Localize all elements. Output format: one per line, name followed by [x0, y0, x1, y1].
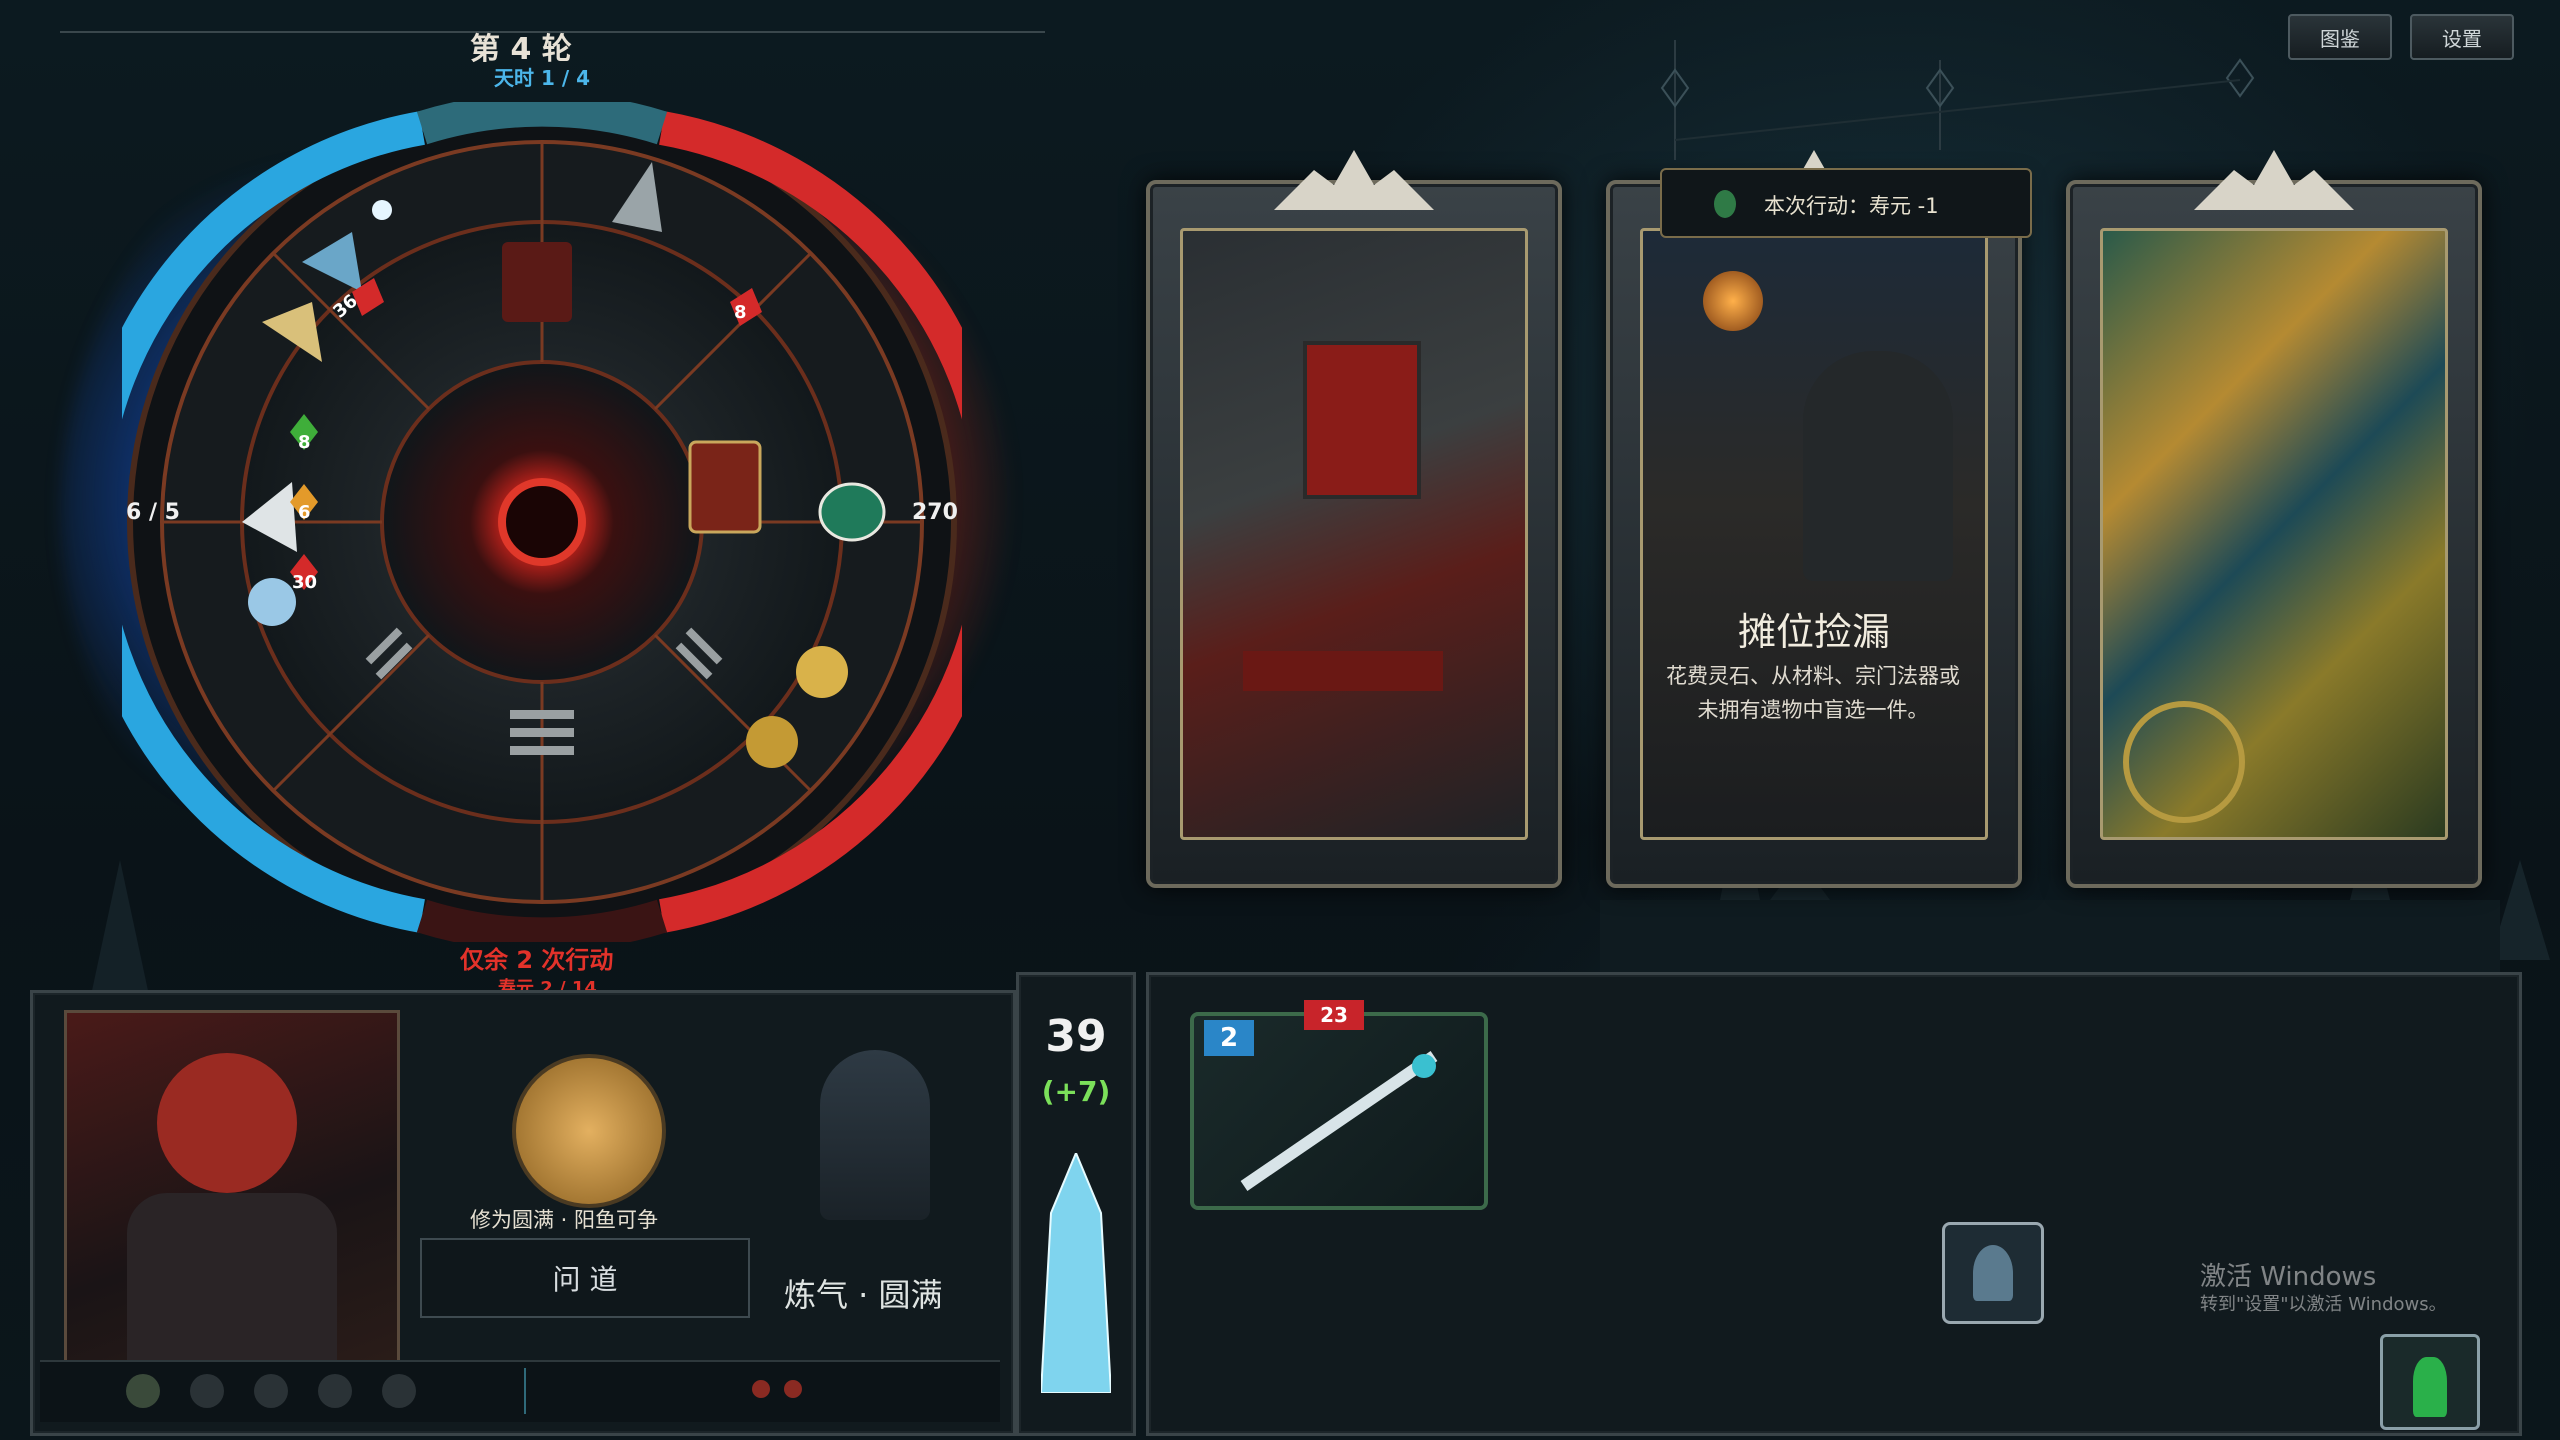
jade-gem-icon [1714, 190, 1736, 218]
yin-yang-fish-icon[interactable] [512, 1054, 666, 1208]
event-card-left[interactable] [1146, 150, 1562, 888]
slot-orb-icon-4 [318, 1374, 352, 1408]
red-banner-icon [1303, 341, 1421, 499]
remaining-actions-label: 仅余 2 次行动 [460, 946, 614, 974]
energy-panel: 39 (+7) [1016, 972, 1136, 1436]
feather-relic-slot[interactable] [1942, 1222, 2044, 1324]
red-hair-icon [157, 1053, 297, 1193]
energy-bonus: (+7) [1041, 1075, 1111, 1108]
item-level-badge: 2 [1204, 1020, 1254, 1056]
codex-button[interactable]: 图鉴 [2288, 14, 2392, 60]
gold-creature-icon [796, 646, 848, 698]
card-middle-title: 摊位捡漏 [1737, 610, 1890, 654]
action-cost-banner: 本次行动：寿元 -1 [1660, 168, 2032, 238]
slot-orb-icon-2 [190, 1374, 224, 1408]
card-right-art [2100, 228, 2448, 840]
sword-item-card[interactable]: 2 23 [1190, 1000, 1488, 1210]
badge-30: 30 [292, 572, 318, 593]
character-portrait[interactable] [64, 1010, 400, 1366]
jade-figure-slot[interactable] [2380, 1334, 2480, 1430]
badge-6: 6 [298, 502, 311, 523]
treasure-chest-icon [688, 440, 762, 534]
swirl-icon [248, 578, 296, 626]
badge-8-top: 8 [734, 302, 747, 323]
meditating-figure-icon [820, 1050, 930, 1220]
right-stat: 270 [912, 500, 958, 525]
lantern-icon [1703, 271, 1763, 331]
cultivation-status: 修为圆满 · 阳鱼可争 [470, 1208, 659, 1232]
water-wheel-icon [2123, 701, 2245, 823]
feather-relic-icon [1973, 1245, 2013, 1301]
event-card-middle[interactable]: 摊位捡漏 花费灵石、从材料、宗门法器或未拥有遗物中盲选一件。 [1606, 150, 2022, 888]
action-cost-label: 本次行动：寿元 -1 [1764, 194, 1939, 218]
slot-orb-icon-3 [254, 1374, 288, 1408]
settings-label: 设置 [2442, 26, 2482, 51]
card-crest-icon [1274, 150, 1434, 210]
card-left-art [1180, 228, 1528, 840]
watermark-title: 激活 Windows [2200, 1262, 2377, 1292]
settings-button[interactable]: 设置 [2410, 14, 2514, 60]
card-middle-description: 花费灵石、从材料、宗门法器或未拥有遗物中盲选一件。 [1666, 664, 1960, 722]
sword-icon [1240, 1051, 1438, 1191]
card-middle-art: 摊位捡漏 花费灵石、从材料、宗门法器或未拥有遗物中盲选一件。 [1640, 228, 1988, 840]
realm-label: 炼气 · 圆满 [784, 1276, 943, 1314]
left-stat: 6 / 5 [126, 500, 180, 525]
armor-figure-icon [127, 1193, 337, 1363]
event-card-right[interactable] [2066, 150, 2482, 888]
temple-gate-icon [1243, 651, 1443, 691]
ask-dao-button[interactable]: 问 道 [420, 1238, 750, 1318]
jade-orb-icon [818, 482, 886, 542]
codex-label: 图鉴 [2320, 26, 2360, 51]
badge-8-left: 8 [298, 432, 311, 453]
armor-icon [502, 242, 572, 322]
slot-orb-icon-1 [126, 1374, 160, 1408]
item-durability-badge: 23 [1304, 1000, 1364, 1030]
jade-figure-icon [2413, 1357, 2447, 1417]
action-wheel [122, 102, 962, 942]
crystal-icon [1041, 1153, 1111, 1393]
card-crest-icon-3 [2194, 150, 2354, 210]
status-bar [40, 1360, 1000, 1422]
red-dot-icon-2 [784, 1380, 802, 1398]
divider [524, 1368, 526, 1414]
gold-beast-icon [746, 716, 798, 768]
heaven-time-label: 天时 1 / 4 [494, 66, 591, 90]
watermark-subtitle: 转到"设置"以激活 Windows。 [2200, 1294, 2447, 1315]
energy-value: 39 [1045, 1011, 1107, 1062]
slot-orb-icon-5 [382, 1374, 416, 1408]
merchant-figure-icon [1803, 351, 1953, 581]
red-dot-icon-1 [752, 1380, 770, 1398]
